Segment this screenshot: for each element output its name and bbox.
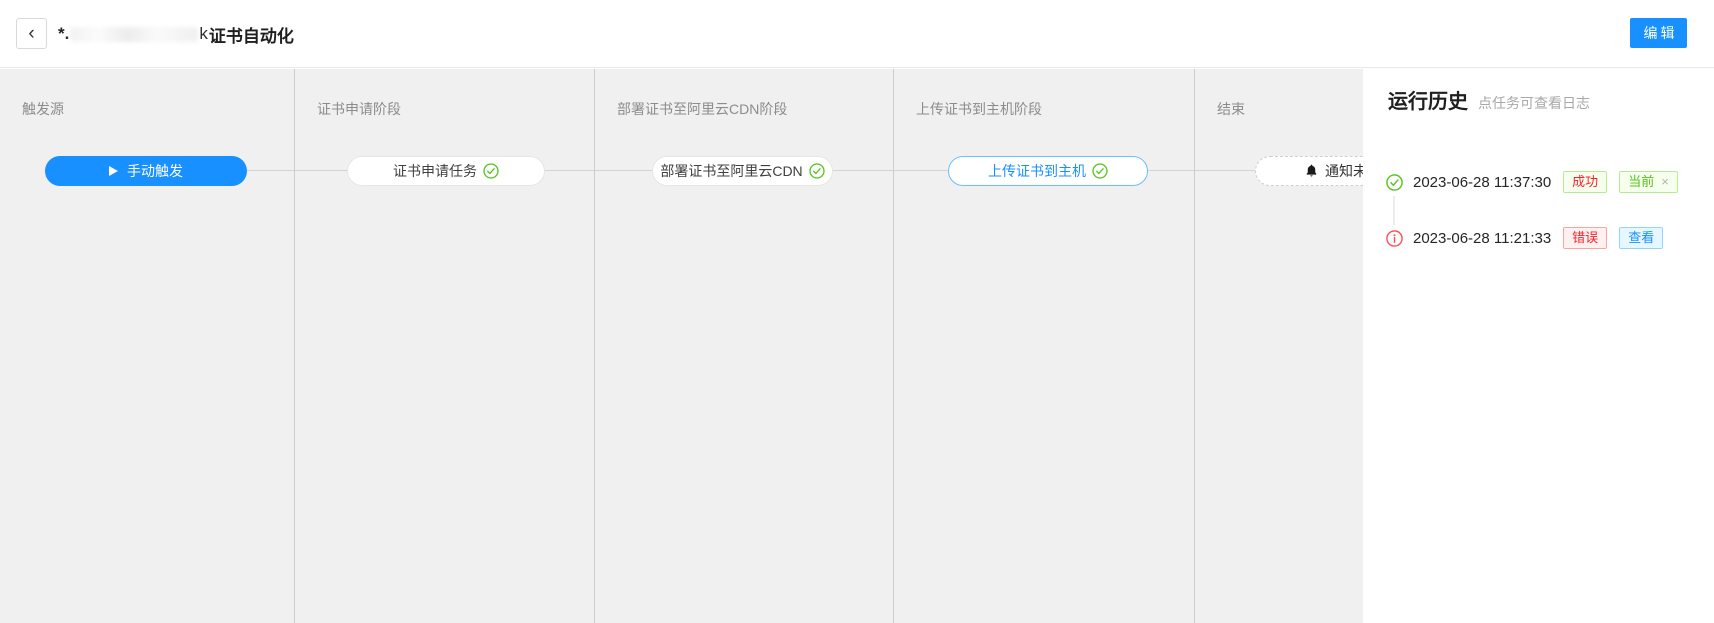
node-connector bbox=[1148, 170, 1255, 171]
stage-column-upload-host: 上传证书到主机阶段 bbox=[894, 69, 1195, 623]
stage-column-deploy-cdn: 部署证书至阿里云CDN阶段 bbox=[595, 69, 894, 623]
view-log-button[interactable]: 查看 bbox=[1619, 227, 1663, 249]
redacted-domain-blur bbox=[70, 27, 198, 42]
timeline-connector bbox=[1393, 196, 1395, 225]
chevron-left-icon: ‹ bbox=[28, 24, 34, 43]
run-timestamp: 2023-06-28 11:37:30 bbox=[1413, 174, 1551, 191]
deploy-cdn-task-label: 部署证书至阿里云CDN bbox=[660, 161, 802, 181]
page-title-tail: k bbox=[199, 24, 208, 44]
status-badge-error: 错误 bbox=[1563, 227, 1607, 249]
upload-host-task-node-selected[interactable]: 上传证书到主机 bbox=[948, 156, 1148, 186]
node-connector bbox=[246, 170, 347, 171]
cert-request-task-node[interactable]: 证书申请任务 bbox=[347, 156, 545, 186]
page-title: *. k 证书自动化 bbox=[58, 21, 294, 47]
run-history-row[interactable]: 2023-06-28 11:37:30 成功 当前 × bbox=[1386, 170, 1678, 194]
manual-trigger-button[interactable]: 手动触发 bbox=[45, 156, 247, 186]
error-info-circle-icon bbox=[1386, 230, 1403, 247]
current-run-badge-label: 当前 bbox=[1628, 174, 1654, 190]
run-history-title: 运行历史 bbox=[1388, 85, 1468, 114]
stage-label: 上传证书到主机阶段 bbox=[916, 99, 1042, 119]
manual-trigger-label: 手动触发 bbox=[127, 161, 183, 181]
status-badge-success: 成功 bbox=[1563, 171, 1607, 193]
cert-request-task-label: 证书申请任务 bbox=[393, 161, 477, 181]
run-history-panel: 运行历史 点任务可查看日志 2023-06-28 11:37:30 成功 当前 … bbox=[1363, 69, 1714, 623]
close-icon[interactable]: × bbox=[1661, 174, 1669, 190]
stage-label: 证书申请阶段 bbox=[317, 99, 401, 119]
run-history-subtitle: 点任务可查看日志 bbox=[1478, 93, 1590, 113]
success-check-circle-icon bbox=[1386, 174, 1403, 191]
deploy-cdn-task-node[interactable]: 部署证书至阿里云CDN bbox=[652, 156, 833, 186]
bell-icon bbox=[1304, 163, 1319, 179]
stage-label: 部署证书至阿里云CDN阶段 bbox=[617, 99, 787, 119]
node-connector bbox=[545, 170, 652, 171]
play-icon bbox=[109, 166, 118, 176]
page-header: ‹ *. k 证书自动化 编辑 bbox=[0, 0, 1714, 68]
run-history-header: 运行历史 点任务可查看日志 bbox=[1388, 85, 1590, 114]
stage-column-cert-request: 证书申请阶段 bbox=[295, 69, 595, 623]
stage-column-trigger: 触发源 bbox=[0, 69, 295, 623]
node-connector bbox=[833, 170, 948, 171]
check-circle-icon bbox=[1092, 163, 1108, 179]
stage-label: 触发源 bbox=[22, 99, 64, 119]
current-run-badge[interactable]: 当前 × bbox=[1619, 171, 1678, 193]
run-history-row[interactable]: 2023-06-28 11:21:33 错误 查看 bbox=[1386, 226, 1663, 250]
edit-button[interactable]: 编辑 bbox=[1630, 18, 1687, 48]
upload-host-task-label: 上传证书到主机 bbox=[988, 161, 1086, 181]
page-title-prefix: *. bbox=[58, 24, 69, 44]
stage-label: 结束 bbox=[1217, 99, 1245, 119]
check-circle-icon bbox=[483, 163, 499, 179]
page-title-suffix: 证书自动化 bbox=[209, 22, 294, 47]
check-circle-icon bbox=[809, 163, 825, 179]
back-button[interactable]: ‹ bbox=[16, 18, 47, 49]
run-timestamp: 2023-06-28 11:21:33 bbox=[1413, 230, 1551, 247]
